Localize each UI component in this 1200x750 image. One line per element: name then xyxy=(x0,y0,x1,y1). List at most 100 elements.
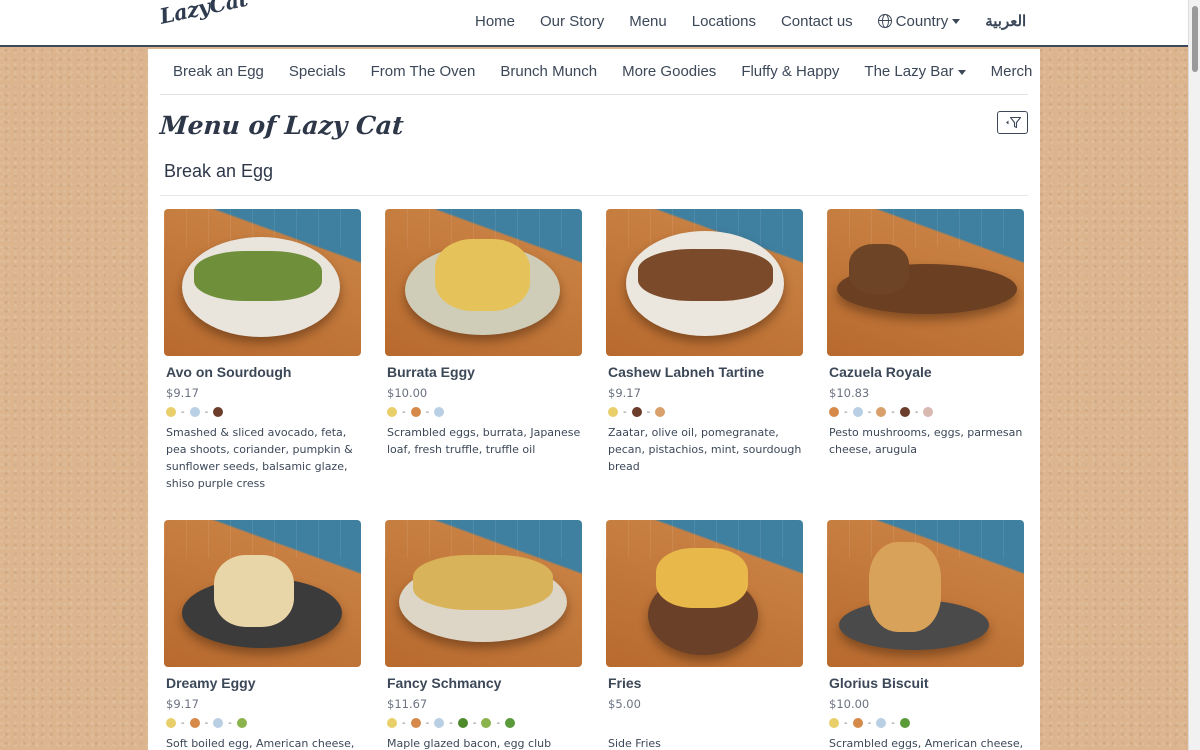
allergen-separator: - xyxy=(844,717,848,729)
allergen-icons: -- xyxy=(166,405,361,419)
menu-item-price: $9.17 xyxy=(608,386,641,400)
leaf-icon xyxy=(505,718,516,728)
dairy-icon xyxy=(852,407,863,417)
section-divider xyxy=(160,195,1028,196)
sprout-icon xyxy=(457,718,468,728)
menu-item-name[interactable]: Cashew Labneh Tartine xyxy=(608,364,803,380)
globe-icon xyxy=(877,14,892,28)
menu-item-description: Smashed & sliced avocado, feta, pea shoo… xyxy=(166,426,353,490)
photo-backdrop xyxy=(385,520,582,559)
menu-item-price: $10.83 xyxy=(829,386,870,400)
dairy-icon xyxy=(434,718,445,728)
food-shape xyxy=(214,555,294,627)
chevron-down-icon xyxy=(957,69,966,75)
nuts-icon xyxy=(631,407,642,417)
allergen-icons: -- xyxy=(608,405,803,419)
allergen-separator: - xyxy=(623,406,627,418)
egg-icon xyxy=(189,718,200,728)
menu-item-photo[interactable] xyxy=(385,520,582,667)
allergen-separator: - xyxy=(914,406,919,418)
allergen-icons: -- xyxy=(387,405,582,419)
main-content: Break an Egg Specials From The Oven Brun… xyxy=(148,49,1040,750)
allergen-icons: ---- xyxy=(829,405,1024,419)
allergen-separator: - xyxy=(228,717,232,729)
allergen-separator: - xyxy=(496,717,501,729)
menu-item-card[interactable]: Burrata Eggy $10.00- - Scrambled eggs, burr… xyxy=(385,209,582,458)
menu-item-photo[interactable] xyxy=(827,209,1024,356)
dairy-icon xyxy=(213,718,224,728)
allergen-icons: ----- xyxy=(387,716,582,730)
menu-item-photo[interactable] xyxy=(606,520,803,667)
food-shape xyxy=(869,542,941,632)
allergen-separator: - xyxy=(844,406,848,418)
menu-item-card[interactable]: Cazuela Royale $10.83 - - - - Pesto mushrooms,… xyxy=(827,209,1024,458)
category-specials[interactable]: Specials xyxy=(289,63,346,80)
scrollbar-thumb[interactable] xyxy=(1192,6,1198,72)
menu-item-card[interactable]: Glorius Biscuit $10.00 - - - Scrambled eggs, … xyxy=(827,520,1024,750)
section-title: Break an Egg xyxy=(164,161,274,181)
menu-item-photo[interactable] xyxy=(606,209,803,356)
egg-icon xyxy=(852,718,863,728)
menu-item-photo[interactable] xyxy=(827,520,1024,667)
menu-item-card[interactable]: Avo on Sourdough $9.17 - - Smashed & sliced … xyxy=(164,209,361,492)
category-fluffy-happy[interactable]: Fluffy & Happy xyxy=(741,63,839,80)
category-lazy-bar-dropdown[interactable]: The Lazy Bar xyxy=(864,63,966,80)
menu-item-price: $9.17 xyxy=(166,386,199,400)
menu-item-card[interactable]: Dreamy Eggy $9.17- - - Soft boiled egg, Amer… xyxy=(164,520,361,750)
menu-item-name[interactable]: Burrata Eggy xyxy=(387,364,582,380)
page-scrollbar[interactable] xyxy=(1188,0,1200,750)
egg-icon xyxy=(410,407,421,417)
nav-contact-us[interactable]: Contact us xyxy=(781,13,853,30)
category-from-the-oven[interactable]: From The Oven xyxy=(371,63,476,80)
category-brunch-munch[interactable]: Brunch Munch xyxy=(500,63,597,80)
nav-our-story[interactable]: Our Story xyxy=(540,13,604,30)
menu-item-card[interactable]: Fries $5.00 Side Fries xyxy=(606,520,803,750)
nav-country-dropdown[interactable]: Country xyxy=(877,13,961,30)
category-merch[interactable]: Merch xyxy=(991,63,1033,80)
menu-item-card[interactable]: Cashew Labneh Tartine $9.17- - Zaatar, oliv… xyxy=(606,209,803,475)
dairy-icon xyxy=(434,407,445,417)
menu-item-description: Scrambled eggs, American cheese, xyxy=(829,737,1024,750)
menu-item-card[interactable]: Fancy Schmancy $11.67 - - - - - Maple glazed ba… xyxy=(385,520,582,750)
dairy-icon xyxy=(189,407,200,417)
nav-menu[interactable]: Menu xyxy=(629,13,667,30)
menu-item-name[interactable]: Avo on Sourdough xyxy=(166,364,361,380)
menu-item-description: Maple glazed bacon, egg club xyxy=(387,737,552,750)
nav-locations[interactable]: Locations xyxy=(692,13,756,30)
gluten-icon xyxy=(387,718,397,728)
menu-item-photo[interactable] xyxy=(164,209,361,356)
garlic-icon xyxy=(923,407,934,417)
egg-icon xyxy=(410,718,421,728)
menu-item-description: Side Fries xyxy=(608,737,661,750)
allergen-separator: - xyxy=(181,717,185,729)
category-break-an-egg[interactable]: Break an Egg xyxy=(173,63,264,80)
menu-item-name[interactable]: Fancy Schmancy xyxy=(387,675,582,691)
allergen-separator: - xyxy=(425,717,430,729)
nav-home[interactable]: Home xyxy=(475,13,515,30)
nav-language-arabic[interactable]: العربية xyxy=(985,12,1026,30)
menu-item-description: Soft boiled egg, American cheese, xyxy=(166,737,355,750)
menu-item-name[interactable]: Fries xyxy=(608,675,803,691)
menu-item-photo[interactable] xyxy=(385,209,582,356)
main-nav: Home Our Story Menu Locations Contact us… xyxy=(475,12,1026,31)
menu-item-name[interactable]: Cazuela Royale xyxy=(829,364,1024,380)
menu-item-price: $11.67 xyxy=(387,697,428,711)
menu-item-name[interactable]: Glorius Biscuit xyxy=(829,675,1024,691)
allergen-icons xyxy=(608,716,803,730)
menu-item-price: $9.17 xyxy=(166,697,199,711)
filter-button[interactable] xyxy=(997,111,1028,134)
gluten-icon xyxy=(166,407,176,417)
food-shape xyxy=(656,548,748,608)
brand-logo[interactable]: LazyCat xyxy=(157,0,249,29)
allergen-separator: - xyxy=(449,717,453,729)
menu-item-photo[interactable] xyxy=(164,520,361,667)
menu-item-name[interactable]: Dreamy Eggy xyxy=(166,675,361,691)
nuts-icon xyxy=(213,407,224,417)
food-shape xyxy=(849,244,909,294)
egg-icon xyxy=(829,407,839,417)
category-more-goodies[interactable]: More Goodies xyxy=(622,63,716,80)
herb-icon xyxy=(481,718,492,728)
allergen-separator: - xyxy=(472,717,477,729)
food-shape xyxy=(194,251,322,301)
gluten-icon xyxy=(608,407,618,417)
